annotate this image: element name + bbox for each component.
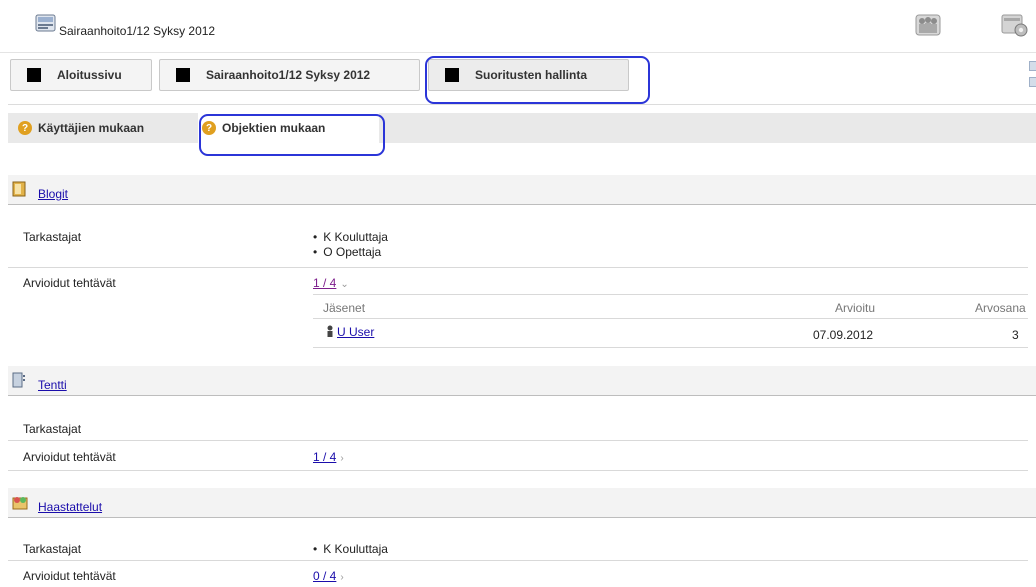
row-divider bbox=[8, 440, 1028, 441]
blog-icon bbox=[12, 181, 26, 197]
graded-count: 1 / 4 ⌄ bbox=[313, 276, 349, 290]
col-header-graded-date: Arvioitu bbox=[835, 301, 876, 315]
row-divider bbox=[313, 347, 1028, 348]
tab-label: Objektien mukaan bbox=[222, 121, 326, 135]
col-header-members: Jäsenet bbox=[323, 301, 366, 315]
graded-date: 07.09.2012 bbox=[813, 328, 874, 342]
section-link-exam[interactable]: Tentti bbox=[38, 378, 67, 392]
tab-label: Käyttäjien mukaan bbox=[38, 121, 145, 135]
col-header-grade: Arvosana bbox=[975, 301, 1026, 315]
section-header-exam: Tentti bbox=[8, 366, 1036, 396]
reviewers-label: Tarkastajat bbox=[23, 230, 82, 244]
graded-label: Arvioidut tehtävät bbox=[23, 569, 116, 583]
row-divider bbox=[313, 294, 1028, 295]
exam-icon bbox=[12, 372, 25, 388]
graded-count: 0 / 4 › bbox=[313, 569, 344, 583]
section-link-blogs[interactable]: Blogit bbox=[38, 187, 68, 201]
tab-label: Suoritusten hallinta bbox=[475, 68, 588, 82]
row-divider bbox=[313, 318, 1028, 319]
row-divider bbox=[8, 560, 1028, 561]
row-divider bbox=[8, 470, 1028, 471]
settings-icon[interactable] bbox=[999, 9, 1029, 39]
row-divider bbox=[8, 267, 1028, 268]
reviewer-item: O Opettaja bbox=[313, 245, 388, 260]
tab-home[interactable]: Aloitussivu bbox=[10, 59, 152, 91]
graded-label: Arvioidut tehtävät bbox=[23, 276, 116, 290]
reviewers-label: Tarkastajat bbox=[23, 422, 82, 436]
tab-course[interactable]: Sairaanhoito1/12 Syksy 2012 bbox=[159, 59, 420, 91]
tab-by-users[interactable]: ? Käyttäjien mukaan bbox=[18, 113, 198, 143]
help-icon: ? bbox=[202, 121, 216, 135]
graded-link[interactable]: 0 / 4 bbox=[313, 569, 336, 583]
graded-link[interactable]: 1 / 4 bbox=[313, 276, 336, 290]
grade-value: 3 bbox=[1012, 328, 1019, 342]
table-row: U User bbox=[326, 325, 374, 339]
member-link[interactable]: U User bbox=[337, 325, 374, 339]
chevron-right-icon[interactable]: › bbox=[340, 572, 343, 583]
content-divider bbox=[8, 104, 1036, 105]
graded-label: Arvioidut tehtävät bbox=[23, 450, 116, 464]
page-header: Sairaanhoito1/12 Syksy 2012 bbox=[0, 0, 1036, 50]
graded-count: 1 / 4 › bbox=[313, 450, 344, 464]
tab-label: Aloitussivu bbox=[57, 68, 122, 82]
help-icon: ? bbox=[18, 121, 32, 135]
sub-tab-bar: ? Käyttäjien mukaan ? Objektien mukaan bbox=[8, 113, 1036, 143]
course-title: Sairaanhoito1/12 Syksy 2012 bbox=[59, 24, 216, 38]
course-icon bbox=[35, 14, 56, 32]
graded-link[interactable]: 1 / 4 bbox=[313, 450, 336, 464]
section-header-blogs: Blogit bbox=[8, 175, 1036, 205]
chevron-down-icon[interactable]: ⌄ bbox=[340, 279, 348, 290]
scroll-up-handle[interactable] bbox=[1029, 61, 1036, 71]
user-icon bbox=[327, 325, 333, 337]
tab-square-icon bbox=[176, 68, 190, 82]
section-link-interviews[interactable]: Haastattelut bbox=[38, 500, 102, 514]
reviewers-list: K Kouluttaja bbox=[313, 542, 388, 556]
interview-icon bbox=[12, 497, 28, 510]
scroll-down-handle[interactable] bbox=[1029, 77, 1036, 87]
tab-by-objects[interactable]: ? Objektien mukaan bbox=[198, 113, 379, 143]
reviewers-list: K Kouluttaja O Opettaja bbox=[313, 230, 388, 260]
reviewers-label: Tarkastajat bbox=[23, 542, 82, 556]
tab-square-icon bbox=[445, 68, 459, 82]
main-tab-bar: Aloitussivu Sairaanhoito1/12 Syksy 2012 … bbox=[0, 52, 1036, 94]
users-icon[interactable] bbox=[913, 9, 943, 39]
chevron-right-icon[interactable]: › bbox=[340, 453, 343, 464]
section-header-interviews: Haastattelut bbox=[8, 488, 1036, 518]
tab-square-icon bbox=[27, 68, 41, 82]
tab-label: Sairaanhoito1/12 Syksy 2012 bbox=[206, 68, 371, 82]
reviewer-item: K Kouluttaja bbox=[313, 230, 388, 245]
reviewer-item: K Kouluttaja bbox=[313, 542, 388, 556]
tab-performance-management[interactable]: Suoritusten hallinta bbox=[428, 59, 629, 91]
